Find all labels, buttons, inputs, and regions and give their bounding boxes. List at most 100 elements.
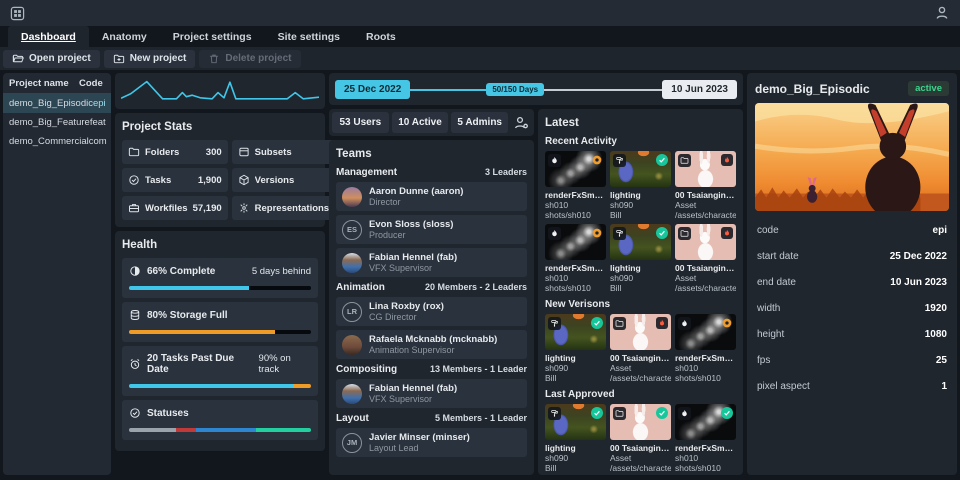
- activity-card[interactable]: 00 Tsaiangints Typlulsi...Asset/assets/c…: [675, 224, 736, 293]
- smoke-thumbnail: [545, 224, 606, 260]
- team-member-row[interactable]: Rafaela Mcknabb (mcknabb)Animation Super…: [336, 330, 527, 359]
- activity-card[interactable]: 00 Tsaiangints Typlulsi...Asset/assets/c…: [610, 404, 671, 473]
- card-subtitle: sh010: [675, 453, 736, 463]
- tab-anatomy[interactable]: Anatomy: [89, 26, 160, 47]
- team-member-row[interactable]: Aaron Dunne (aaron)Director: [336, 182, 527, 211]
- health-tile-header: 66% Complete5 days behind: [129, 265, 311, 277]
- card-title: renderFxSmoke: [675, 443, 736, 453]
- table-row[interactable]: demo_Big_Episodicepi: [3, 94, 111, 113]
- field-label: fps: [757, 355, 770, 366]
- top-bar: [0, 0, 960, 26]
- status-approved-icon: [591, 317, 603, 329]
- folder-icon: [678, 154, 691, 167]
- detail-field-row: pixel aspect1: [755, 373, 949, 399]
- detail-field-row: start date25 Dec 2022: [755, 243, 949, 269]
- field-label: width: [757, 303, 780, 314]
- card-path: /assets/characters: [610, 463, 671, 473]
- team-group-meta: 3 Leaders: [485, 167, 527, 177]
- card-title: lighting: [610, 190, 671, 200]
- member-info: Javier Minser (minser)Layout Lead: [369, 432, 470, 453]
- project-code-cell: epi: [93, 98, 106, 109]
- activity-card[interactable]: lightingsh090Bill: [610, 224, 671, 293]
- card-grid: lightingsh090Bill00 Tsaiangints Typlulsi…: [545, 314, 736, 383]
- activity-card[interactable]: renderFxSmokesh010shots/sh010: [545, 224, 606, 293]
- stat-label: Tasks: [145, 175, 193, 186]
- activity-card[interactable]: renderFxSmokesh010shots/sh010: [675, 314, 736, 383]
- admins-count-button[interactable]: 5 Admins: [451, 112, 508, 133]
- team-member-row[interactable]: Fabian Hennel (fab)VFX Supervisor: [336, 248, 527, 277]
- folder-icon: [678, 227, 691, 240]
- users-count-button[interactable]: 53 Users: [332, 112, 389, 133]
- stat-tile-workfiles[interactable]: Workfiles57,190: [122, 196, 228, 220]
- status-urgent-icon: [656, 317, 668, 329]
- project-timeline: 25 Dec 2022 50/150 Days 10 Jun 2023: [329, 73, 743, 105]
- team-member-row[interactable]: ESEvon Sloss (sloss)Producer: [336, 215, 527, 244]
- team-group-meta: 20 Members - 2 Leaders: [425, 282, 527, 292]
- health-tile[interactable]: Statuses: [122, 400, 318, 440]
- task-roller-icon: [548, 407, 561, 420]
- stat-tile-tasks[interactable]: Tasks 1,900: [122, 168, 228, 192]
- member-role: CG Director: [369, 312, 444, 322]
- card-title: lighting: [610, 263, 671, 273]
- activity-card[interactable]: lightingsh090Bill: [545, 314, 606, 383]
- subsets-icon: [238, 146, 250, 158]
- bunny-blue-thumbnail: [545, 404, 606, 440]
- timeline-start-date[interactable]: 25 Dec 2022: [335, 80, 410, 99]
- tab-roots[interactable]: Roots: [353, 26, 409, 47]
- team-member-row[interactable]: Fabian Hennel (fab)VFX Supervisor: [336, 379, 527, 408]
- team-group-meta: 5 Members - 1 Leader: [435, 413, 527, 423]
- team-group-header: Management3 Leaders: [336, 167, 527, 178]
- activity-card[interactable]: renderFxSmokesh010shots/sh010: [545, 151, 606, 220]
- timeline-progress-badge[interactable]: 50/150 Days: [486, 83, 544, 96]
- bunny-blue-thumbnail: [610, 224, 671, 260]
- delete-project-button[interactable]: Delete project: [199, 50, 300, 68]
- stat-tile-folders[interactable]: Folders300: [122, 140, 228, 164]
- user-settings-icon[interactable]: [511, 115, 531, 131]
- progress-segment: [176, 428, 196, 432]
- team-group-name: Compositing: [336, 364, 397, 375]
- bunny-blue-thumbnail: [610, 151, 671, 187]
- health-progress-bar: [129, 330, 311, 334]
- app-logo-grid-icon[interactable]: [10, 6, 25, 21]
- timeline-end-date[interactable]: 10 Jun 2023: [662, 80, 737, 99]
- latest-panel: Latest Recent ActivityrenderFxSmokesh010…: [538, 109, 743, 475]
- table-row[interactable]: demo_Big_Featurefeat: [3, 113, 111, 132]
- active-users-button[interactable]: 10 Active: [392, 112, 449, 133]
- health-tile[interactable]: 66% Complete5 days behind: [122, 258, 318, 298]
- activity-card[interactable]: 00 Tsaiangints Typlulsi...Asset/assets/c…: [675, 151, 736, 220]
- field-label: height: [757, 329, 784, 340]
- activity-card[interactable]: lightingsh090Bill: [545, 404, 606, 473]
- team-group-header: Animation20 Members - 2 Leaders: [336, 282, 527, 293]
- team-member-row[interactable]: JMJavier Minser (minser)Layout Lead: [336, 428, 527, 457]
- bunny-pink-thumbnail: [675, 151, 736, 187]
- health-tile[interactable]: 20 Tasks Past Due Date90% on track: [122, 346, 318, 396]
- representations-icon: [238, 202, 250, 214]
- activity-sparkline-chart: [121, 78, 319, 104]
- tasks-icon: [128, 174, 140, 186]
- health-label: 20 Tasks Past Due Date: [147, 353, 253, 375]
- project-stats-grid: Folders300Subsets43,412Tasks1,900Version…: [122, 140, 318, 220]
- card-subtitle: Asset: [610, 363, 671, 373]
- tab-project-settings[interactable]: Project settings: [160, 26, 265, 47]
- tab-dashboard[interactable]: Dashboard: [8, 26, 89, 47]
- activity-card[interactable]: renderFxSmokesh010shots/sh010: [675, 404, 736, 473]
- card-title: 00 Tsaiangints Typlulsi...: [675, 190, 736, 200]
- smoke-thumbnail: [675, 404, 736, 440]
- stat-value: 1,900: [198, 175, 222, 186]
- project-code-cell: feat: [90, 117, 106, 128]
- stat-label: Folders: [145, 147, 201, 158]
- new-project-button[interactable]: New project: [104, 50, 196, 68]
- table-row[interactable]: demo_Commercialcom: [3, 132, 111, 151]
- stat-value: 57,190: [193, 203, 222, 214]
- health-tile[interactable]: 80% Storage Full: [122, 302, 318, 342]
- folder-icon: [613, 407, 626, 420]
- open-project-button[interactable]: Open project: [3, 50, 100, 68]
- user-icon[interactable]: [934, 5, 950, 21]
- tab-site-settings[interactable]: Site settings: [265, 26, 353, 47]
- activity-card[interactable]: 00 Tsaiangints Typlulsi...Asset/assets/c…: [610, 314, 671, 383]
- main-content: Project name Code demo_Big_Episodicepide…: [0, 70, 960, 478]
- card-subtitle: sh010: [545, 273, 606, 283]
- field-value: 1: [941, 381, 947, 392]
- activity-card[interactable]: lightingsh090Bill: [610, 151, 671, 220]
- team-member-row[interactable]: LRLina Roxby (rox)CG Director: [336, 297, 527, 326]
